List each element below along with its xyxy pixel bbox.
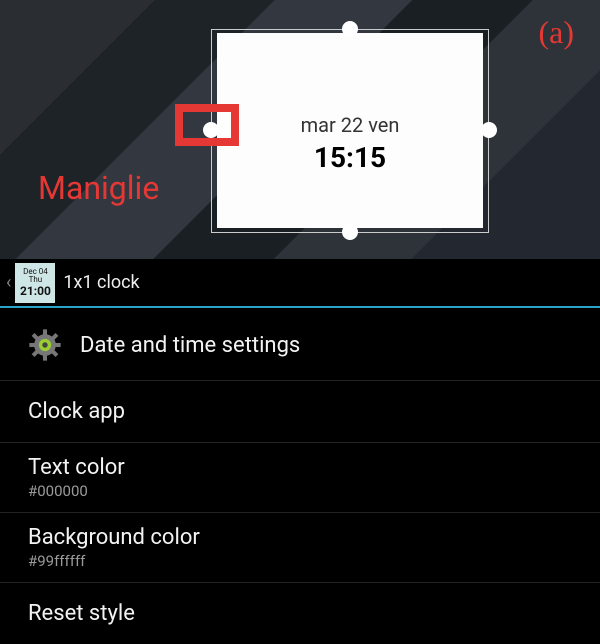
back-chevron-icon[interactable]: ‹ (0, 272, 15, 293)
row-label: Background color (28, 525, 200, 550)
row-value: #99ffffff (28, 552, 85, 570)
app-icon[interactable]: Dec 04 Thu 21:00 (15, 263, 55, 303)
row-label: Clock app (28, 399, 125, 424)
row-label: Text color (28, 455, 125, 480)
gear-icon (22, 328, 68, 362)
resize-handle-bottom[interactable] (342, 224, 358, 240)
row-value: #000000 (28, 482, 88, 500)
clock-widget[interactable]: mar 22 ven 15:15 (217, 33, 483, 228)
row-reset-style[interactable]: Reset style (0, 583, 600, 644)
action-bar-title: 1x1 clock (63, 272, 139, 293)
settings-list: Date and time settings Clock app Text co… (0, 310, 600, 644)
resize-handle-top[interactable] (342, 21, 358, 37)
row-label: Reset style (28, 601, 135, 626)
widget-date-text: mar 22 ven (217, 113, 483, 137)
row-clock-app[interactable]: Clock app (0, 381, 600, 443)
app-icon-time: 21:00 (20, 285, 51, 298)
row-label: Date and time settings (80, 333, 300, 358)
annotation-highlight-box (175, 104, 239, 146)
annotation-a: (a) (538, 14, 574, 51)
home-wallpaper: mar 22 ven 15:15 Maniglie (a) (0, 0, 600, 259)
row-date-time-settings[interactable]: Date and time settings (0, 310, 600, 381)
row-text-color[interactable]: Text color #000000 (0, 443, 600, 513)
row-background-color[interactable]: Background color #99ffffff (0, 513, 600, 583)
widget-time-text: 15:15 (217, 141, 483, 174)
annotation-handle-label: Maniglie (38, 169, 159, 207)
resize-handle-right[interactable] (481, 122, 497, 138)
action-bar: ‹ Dec 04 Thu 21:00 1x1 clock (0, 259, 600, 308)
